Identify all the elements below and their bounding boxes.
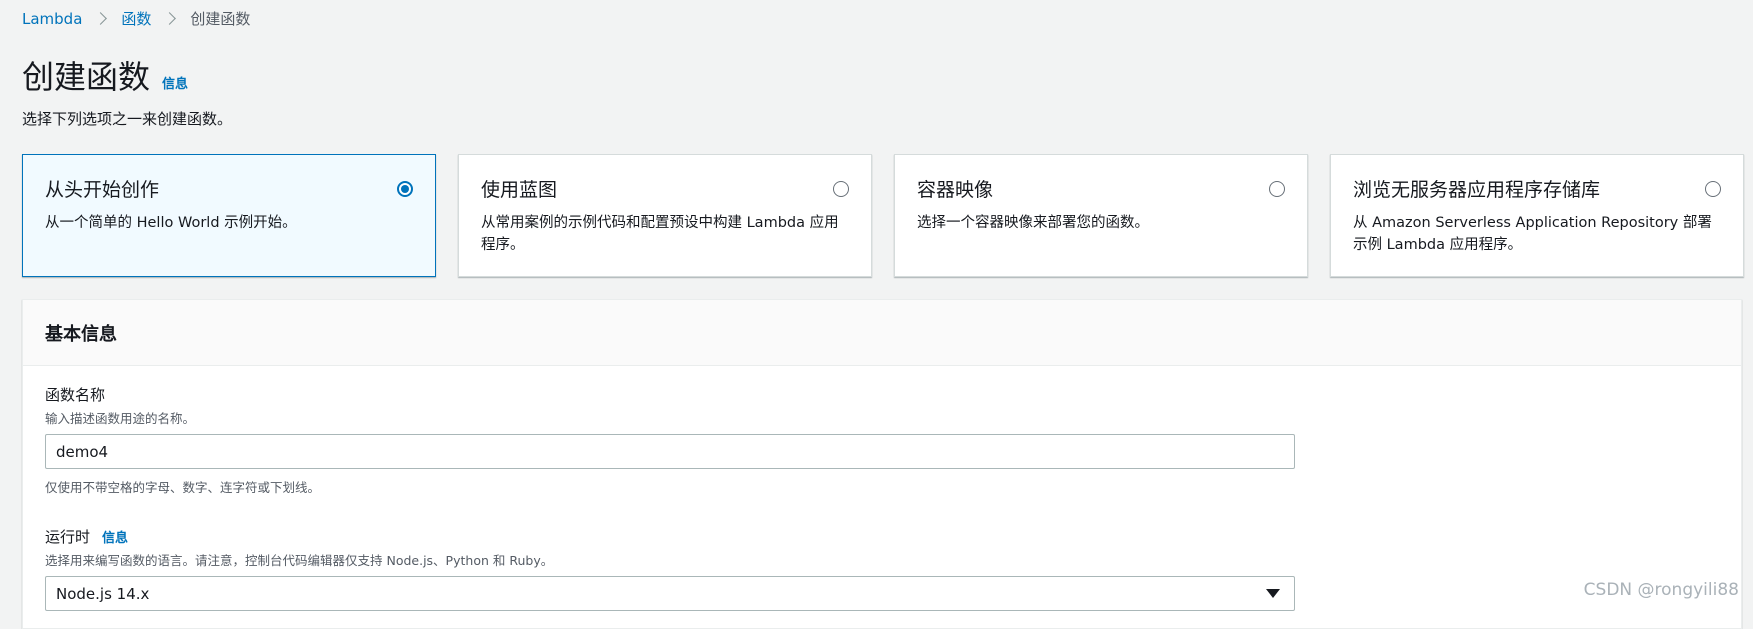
option-description: 从常用案例的示例代码和配置预设中构建 Lambda 应用程序。	[481, 215, 839, 253]
runtime-description: 选择用来编写函数的语言。请注意，控制台代码编辑器仅支持 Node.js、Pyth…	[45, 553, 554, 568]
page-subtitle: 选择下列选项之一来创建函数。	[22, 110, 233, 128]
runtime-selected-value: Node.js 14.x	[56, 584, 150, 603]
breadcrumb-functions-link[interactable]: 函数	[121, 8, 151, 29]
panel-body: 函数名称 输入描述函数用途的名称。 demo4 仅使用不带空格的字母、数字、连字…	[23, 366, 1741, 629]
panel-title: 基本信息	[45, 324, 117, 345]
option-title: 容器映像	[917, 179, 994, 201]
radio-selected-icon[interactable]	[397, 181, 413, 197]
chevron-right-icon	[94, 12, 108, 25]
option-author-from-scratch[interactable]: 从头开始创作 从一个简单的 Hello World 示例开始。	[22, 154, 436, 277]
chevron-right-icon	[163, 12, 177, 25]
breadcrumb: Lambda 函数 创建函数	[22, 8, 250, 29]
option-description: 从 Amazon Serverless Application Reposito…	[1353, 215, 1712, 253]
option-description: 从一个简单的 Hello World 示例开始。	[45, 215, 297, 231]
runtime-label: 运行时 信息	[45, 526, 1719, 547]
creation-options: 从头开始创作 从一个简单的 Hello World 示例开始。 使用蓝图 从常用…	[22, 154, 1744, 277]
option-use-blueprint[interactable]: 使用蓝图 从常用案例的示例代码和配置预设中构建 Lambda 应用程序。	[458, 154, 872, 277]
page-header: 创建函数 信息	[22, 52, 188, 98]
function-name-input[interactable]: demo4	[45, 434, 1295, 469]
page-info-link[interactable]: 信息	[162, 73, 188, 92]
runtime-label-text: 运行时	[45, 528, 91, 546]
function-name-description: 输入描述函数用途的名称。	[45, 411, 196, 426]
watermark: CSDN @rongyili88	[1583, 580, 1739, 600]
option-browse-serverless-repo[interactable]: 浏览无服务器应用程序存储库 从 Amazon Serverless Applic…	[1330, 154, 1744, 277]
radio-unselected-icon[interactable]	[1269, 181, 1285, 197]
radio-unselected-icon[interactable]	[833, 181, 849, 197]
breadcrumb-lambda-link[interactable]: Lambda	[22, 10, 82, 28]
breadcrumb-current: 创建函数	[190, 10, 251, 28]
radio-unselected-icon[interactable]	[1705, 181, 1721, 197]
page-title: 创建函数	[22, 58, 151, 96]
function-name-label-text: 函数名称	[45, 386, 106, 404]
panel-header: 基本信息	[23, 300, 1741, 366]
option-container-image[interactable]: 容器映像 选择一个容器映像来部署您的函数。	[894, 154, 1308, 277]
caret-down-icon	[1266, 589, 1280, 598]
option-title: 浏览无服务器应用程序存储库	[1353, 179, 1601, 201]
option-title: 从头开始创作	[45, 179, 160, 201]
function-name-constraint: 仅使用不带空格的字母、数字、连字符或下划线。	[45, 480, 321, 495]
runtime-info-link[interactable]: 信息	[102, 527, 128, 546]
runtime-select[interactable]: Node.js 14.x	[45, 576, 1295, 611]
option-description: 选择一个容器映像来部署您的函数。	[917, 215, 1149, 231]
function-name-label: 函数名称	[45, 384, 1719, 405]
option-title: 使用蓝图	[481, 179, 558, 201]
basic-info-panel: 基本信息 函数名称 输入描述函数用途的名称。 demo4 仅使用不带空格的字母、…	[22, 299, 1742, 629]
